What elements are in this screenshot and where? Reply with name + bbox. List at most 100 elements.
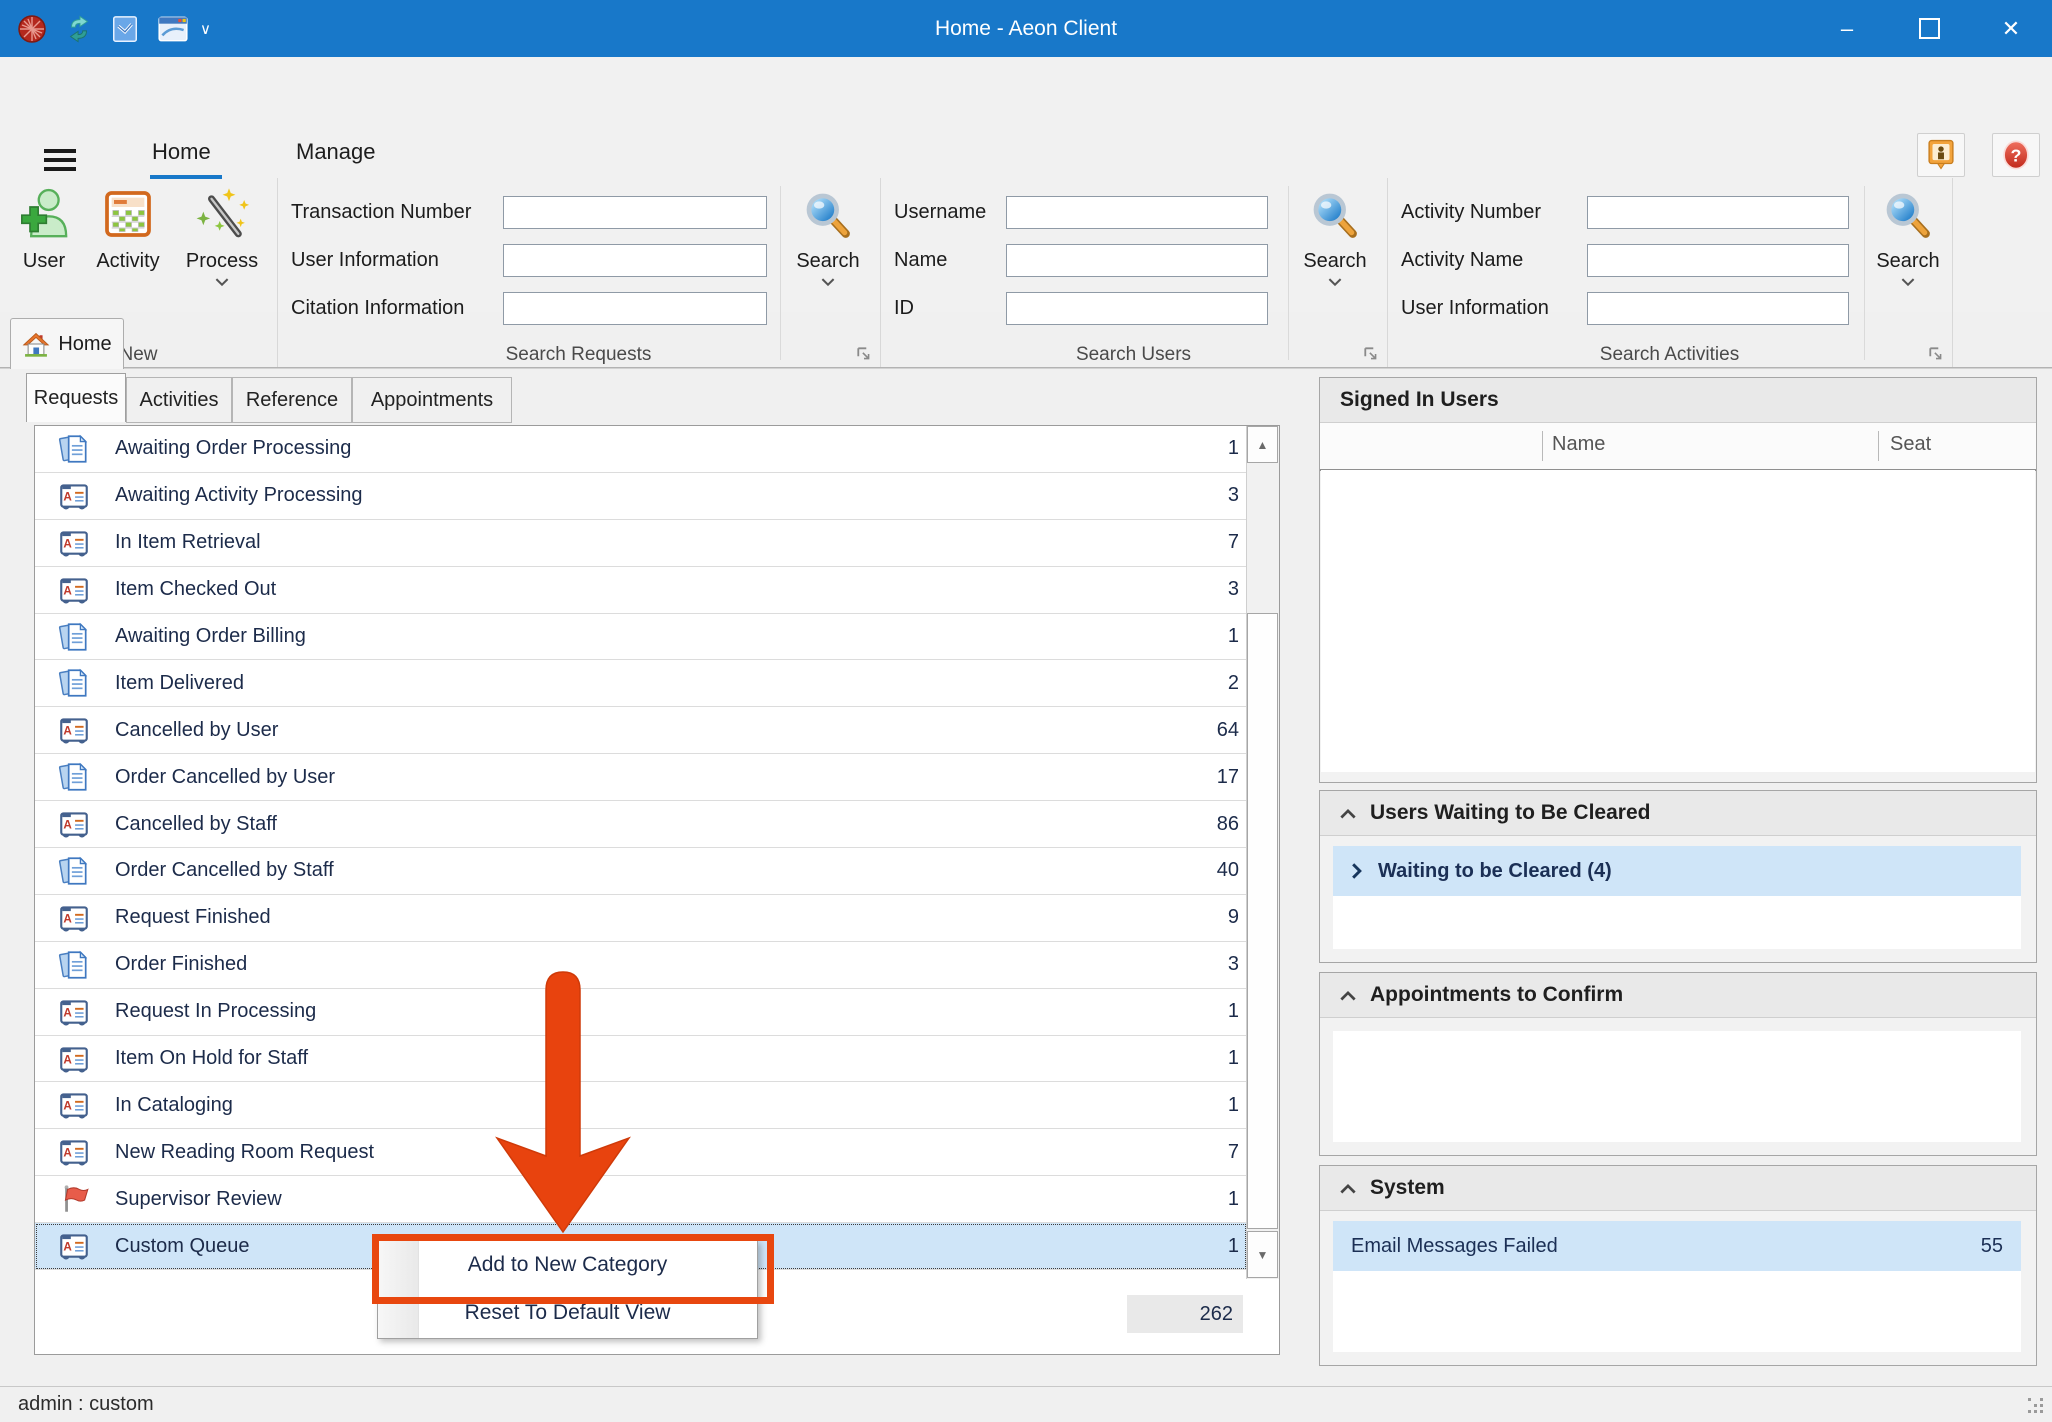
new-user-button[interactable]: User [8, 186, 80, 273]
dialog-launcher-icon[interactable] [1928, 346, 1944, 362]
group-label-search-activities: Search Activities [1387, 344, 1952, 366]
chevron-down-icon [1328, 278, 1342, 287]
status-user-profile: admin : custom [18, 1393, 154, 1416]
menu-item-reset-to-default-view[interactable]: Reset To Default View [378, 1289, 757, 1337]
name-label: Name [894, 249, 1006, 272]
scrollbar-thumb[interactable] [1247, 613, 1278, 1229]
transaction-number-label: Transaction Number [291, 201, 503, 224]
citation-information-input[interactable] [503, 292, 767, 325]
activity-number-input[interactable] [1587, 196, 1849, 229]
username-input[interactable] [1006, 196, 1268, 229]
order-queue-icon [57, 666, 91, 700]
resize-grip-icon[interactable] [2028, 1398, 2044, 1414]
queue-row[interactable]: Order Finished 3 [35, 942, 1247, 989]
email-messages-failed-row[interactable]: Email Messages Failed 55 [1333, 1221, 2021, 1271]
queue-row[interactable]: Request Finished 9 [35, 895, 1247, 942]
activity-calendar-icon [100, 186, 156, 242]
dialog-launcher-icon[interactable] [1363, 346, 1379, 362]
new-activity-button[interactable]: Activity [86, 186, 170, 273]
queue-row[interactable]: Supervisor Review 1 [35, 1176, 1247, 1223]
queue-row[interactable]: Request In Processing 1 [35, 989, 1247, 1036]
activity-name-label: Activity Name [1401, 249, 1587, 272]
queue-row[interactable]: New Reading Room Request 7 [35, 1129, 1247, 1176]
chevron-down-icon [821, 278, 835, 287]
new-process-button[interactable]: Process [176, 186, 268, 287]
user-information-input[interactable] [503, 244, 767, 277]
user-information-label: User Information [291, 249, 503, 272]
queue-row[interactable]: Order Cancelled by Staff 40 [35, 848, 1247, 895]
name-input[interactable] [1006, 244, 1268, 277]
queue-row[interactable]: In Item Retrieval 7 [35, 520, 1247, 567]
users-waiting-header[interactable]: Users Waiting to Be Cleared [1320, 791, 2036, 836]
request-queue-icon [57, 713, 91, 747]
search-users-button[interactable]: Search [1288, 186, 1381, 360]
request-queue-icon [57, 479, 91, 513]
tab-activities[interactable]: Activities [126, 377, 232, 423]
transaction-number-input[interactable] [503, 196, 767, 229]
users-waiting-body: Waiting to be Cleared (4) [1333, 846, 2021, 949]
appointments-header[interactable]: Appointments to Confirm [1320, 973, 2036, 1018]
username-label: Username [894, 201, 1006, 224]
tab-requests[interactable]: Requests [26, 373, 126, 422]
waiting-to-be-cleared-group[interactable]: Waiting to be Cleared (4) [1333, 846, 2021, 896]
queue-row[interactable]: Awaiting Activity Processing 3 [35, 473, 1247, 520]
request-queue-icon [57, 1088, 91, 1122]
request-queue-icon [57, 1042, 91, 1076]
queue-row[interactable]: Cancelled by Staff 86 [35, 801, 1247, 848]
ribbon-tab-home[interactable]: Home [152, 139, 211, 165]
search-activities-button[interactable]: Search [1864, 186, 1951, 360]
group-label-search-requests: Search Requests [277, 344, 880, 366]
signed-in-users-header: Signed In Users [1320, 378, 2036, 423]
help-button[interactable] [1992, 133, 2040, 177]
chevron-up-icon [1340, 1183, 1356, 1194]
queue-row[interactable]: Item Checked Out 3 [35, 567, 1247, 614]
queue-row[interactable]: Awaiting Order Processing 1 [35, 426, 1247, 473]
queue-row[interactable]: In Cataloging 1 [35, 1082, 1247, 1129]
scroll-down-button[interactable]: ▼ [1247, 1231, 1278, 1278]
order-queue-icon [57, 854, 91, 888]
signed-in-users-body [1321, 470, 2035, 772]
appointments-body [1333, 1031, 2021, 1142]
queue-row[interactable]: Item Delivered 2 [35, 660, 1247, 707]
request-queue-icon [57, 1135, 91, 1169]
signed-in-users-panel: Signed In Users Name Seat [1319, 377, 2037, 783]
ribbon: Home Manage User Activity Process New [0, 57, 2052, 312]
ribbon-divider [0, 368, 2052, 369]
queue-row[interactable]: Awaiting Order Billing 1 [35, 614, 1247, 661]
ribbon-group-search-users: Username Name ID Search Search Users [880, 178, 1388, 368]
queue-row[interactable]: Cancelled by User 64 [35, 707, 1247, 754]
tab-reference[interactable]: Reference [232, 377, 352, 423]
search-requests-button[interactable]: Search [780, 186, 875, 360]
dialog-launcher-icon[interactable] [856, 346, 872, 362]
system-body: Email Messages Failed 55 [1333, 1221, 2021, 1352]
menu-hamburger-icon[interactable] [44, 149, 76, 171]
id-input[interactable] [1006, 292, 1268, 325]
group-label-search-users: Search Users [880, 344, 1387, 366]
process-wand-icon [194, 186, 250, 242]
search-icon [1310, 192, 1360, 242]
close-button[interactable]: ✕ [1970, 0, 2052, 57]
ribbon-tab-manage[interactable]: Manage [296, 139, 376, 165]
scroll-up-button[interactable]: ▲ [1247, 426, 1278, 463]
minimize-button[interactable]: – [1806, 0, 1888, 57]
order-queue-icon [57, 948, 91, 982]
ribbon-group-search-requests: Transaction Number User Information Cita… [277, 178, 881, 368]
status-bar: admin : custom [0, 1386, 2052, 1422]
queue-row[interactable]: Order Cancelled by User 17 [35, 754, 1247, 801]
document-tab-home[interactable]: Home [10, 318, 124, 369]
queue-list: Awaiting Order Processing 1 Awaiting Act… [35, 426, 1247, 1270]
queue-row[interactable]: Item On Hold for Staff 1 [35, 1036, 1247, 1083]
system-header[interactable]: System [1320, 1166, 2036, 1211]
list-scrollbar[interactable]: ▲ ▼ [1246, 426, 1279, 1279]
column-seat[interactable]: Seat [1890, 433, 1931, 456]
request-queue-icon [57, 807, 91, 841]
maximize-button[interactable] [1888, 0, 1970, 57]
activity-name-input[interactable] [1587, 244, 1849, 277]
activity-user-information-input[interactable] [1587, 292, 1849, 325]
activity-user-information-label: User Information [1401, 297, 1587, 320]
feedback-button[interactable] [1917, 133, 1965, 177]
menu-item-add-to-new-category[interactable]: Add to New Category [378, 1241, 757, 1289]
column-name[interactable]: Name [1552, 433, 1605, 456]
maximize-icon [1919, 18, 1940, 39]
tab-appointments[interactable]: Appointments [352, 377, 512, 423]
